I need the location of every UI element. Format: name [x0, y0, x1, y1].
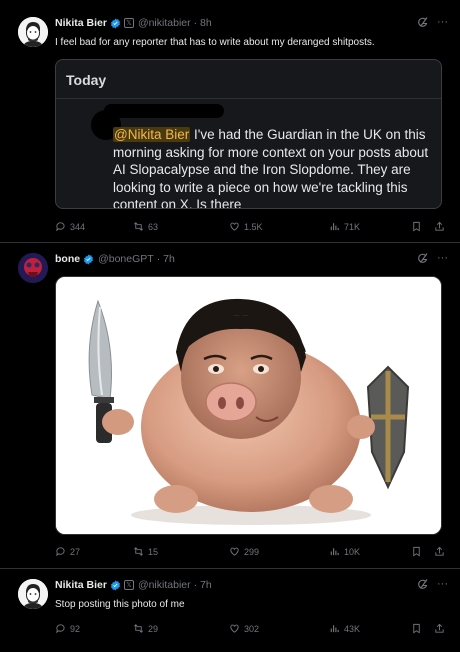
like-count: 1.5K — [244, 221, 263, 232]
repost-count: 29 — [148, 623, 159, 634]
repost-icon — [134, 624, 143, 633]
repost-button[interactable]: 15 — [133, 546, 229, 557]
grok-icon[interactable] — [417, 252, 429, 264]
verified-icon — [84, 253, 94, 265]
media-image[interactable] — [55, 276, 442, 535]
view-count: 43K — [344, 623, 361, 634]
repost-icon — [134, 547, 143, 556]
author-name[interactable]: bone — [55, 253, 80, 265]
reply-button[interactable]: 344 — [55, 221, 133, 232]
mention-highlight: @Nikita Bier — [113, 127, 191, 142]
pig-creature-image — [56, 277, 441, 534]
divider — [56, 98, 441, 99]
redaction — [104, 104, 224, 118]
verified-icon — [110, 17, 120, 29]
action-bar: 92 29 302 43K — [55, 623, 445, 634]
verified-icon — [110, 579, 120, 591]
more-icon[interactable]: ··· — [437, 578, 448, 590]
reply-icon — [56, 547, 65, 557]
view-count: 71K — [344, 221, 361, 232]
x-affiliate-icon: 𝕏 — [123, 18, 134, 28]
like-icon — [230, 624, 239, 633]
bookmark-icon[interactable] — [411, 546, 422, 557]
repost-count: 15 — [148, 546, 159, 557]
share-icon[interactable] — [434, 546, 445, 557]
reply-button[interactable]: 92 — [55, 623, 133, 634]
quote-header: Today — [66, 72, 107, 88]
author-handle[interactable]: @nikitabier — [138, 579, 191, 591]
share-icon[interactable] — [434, 623, 445, 634]
x-affiliate-icon: 𝕏 — [123, 580, 134, 590]
reply-icon — [56, 222, 65, 232]
like-count: 302 — [244, 623, 260, 634]
like-button[interactable]: 302 — [229, 623, 329, 634]
like-count: 299 — [244, 546, 260, 557]
quote-text: @Nikita Bier I've had the Guardian in th… — [113, 126, 433, 208]
tweet[interactable]: Nikita Bier 𝕏 @nikitabier · 7h ··· Stop … — [0, 568, 460, 652]
repost-button[interactable]: 29 — [133, 623, 229, 634]
views-icon — [330, 548, 339, 556]
reply-button[interactable]: 27 — [55, 546, 133, 557]
bookmark-icon[interactable] — [411, 221, 422, 232]
share-icon[interactable] — [434, 221, 445, 232]
tweet[interactable]: bone @boneGPT · 7h ··· 27 15 299 10K — [0, 242, 460, 568]
more-icon[interactable]: ··· — [437, 16, 448, 28]
views-button[interactable]: 71K — [329, 221, 409, 232]
avatar[interactable] — [18, 17, 48, 47]
views-icon — [330, 625, 339, 633]
repost-button[interactable]: 63 — [133, 221, 229, 232]
tweet[interactable]: Nikita Bier 𝕏 @nikitabier · 8h ··· I fee… — [0, 0, 460, 242]
reply-count: 92 — [70, 623, 81, 634]
more-icon[interactable]: ··· — [437, 252, 448, 264]
timestamp[interactable]: · 7h — [194, 579, 212, 591]
like-button[interactable]: 299 — [229, 546, 329, 557]
bookmark-icon[interactable] — [411, 623, 422, 634]
reply-count: 344 — [70, 221, 86, 232]
tweet-text: Stop posting this photo of me — [55, 599, 185, 610]
grok-icon[interactable] — [417, 16, 429, 28]
avatar[interactable] — [18, 253, 48, 283]
like-icon — [230, 547, 239, 556]
avatar[interactable] — [18, 579, 48, 609]
like-button[interactable]: 1.5K — [229, 221, 329, 232]
views-button[interactable]: 43K — [329, 623, 409, 634]
reply-icon — [56, 624, 65, 634]
views-button[interactable]: 10K — [329, 546, 409, 557]
repost-icon — [134, 222, 143, 231]
timestamp[interactable]: · 7h — [157, 253, 175, 265]
action-bar: 344 63 1.5K 71K — [55, 221, 445, 232]
views-icon — [330, 223, 339, 231]
reply-count: 27 — [70, 546, 81, 557]
repost-count: 63 — [148, 221, 159, 232]
author-handle[interactable]: @nikitabier — [138, 17, 191, 29]
timestamp[interactable]: · 8h — [194, 17, 212, 29]
author-name[interactable]: Nikita Bier — [55, 579, 107, 591]
author-handle[interactable]: @boneGPT — [98, 253, 154, 265]
grok-icon[interactable] — [417, 578, 429, 590]
like-icon — [230, 222, 239, 231]
quoted-screenshot[interactable]: Today @Nikita Bier I've had the Guardian… — [55, 59, 442, 209]
action-bar: 27 15 299 10K — [55, 546, 445, 557]
tweet-text: I feel bad for any reporter that has to … — [55, 37, 375, 48]
view-count: 10K — [344, 546, 361, 557]
author-name[interactable]: Nikita Bier — [55, 17, 107, 29]
